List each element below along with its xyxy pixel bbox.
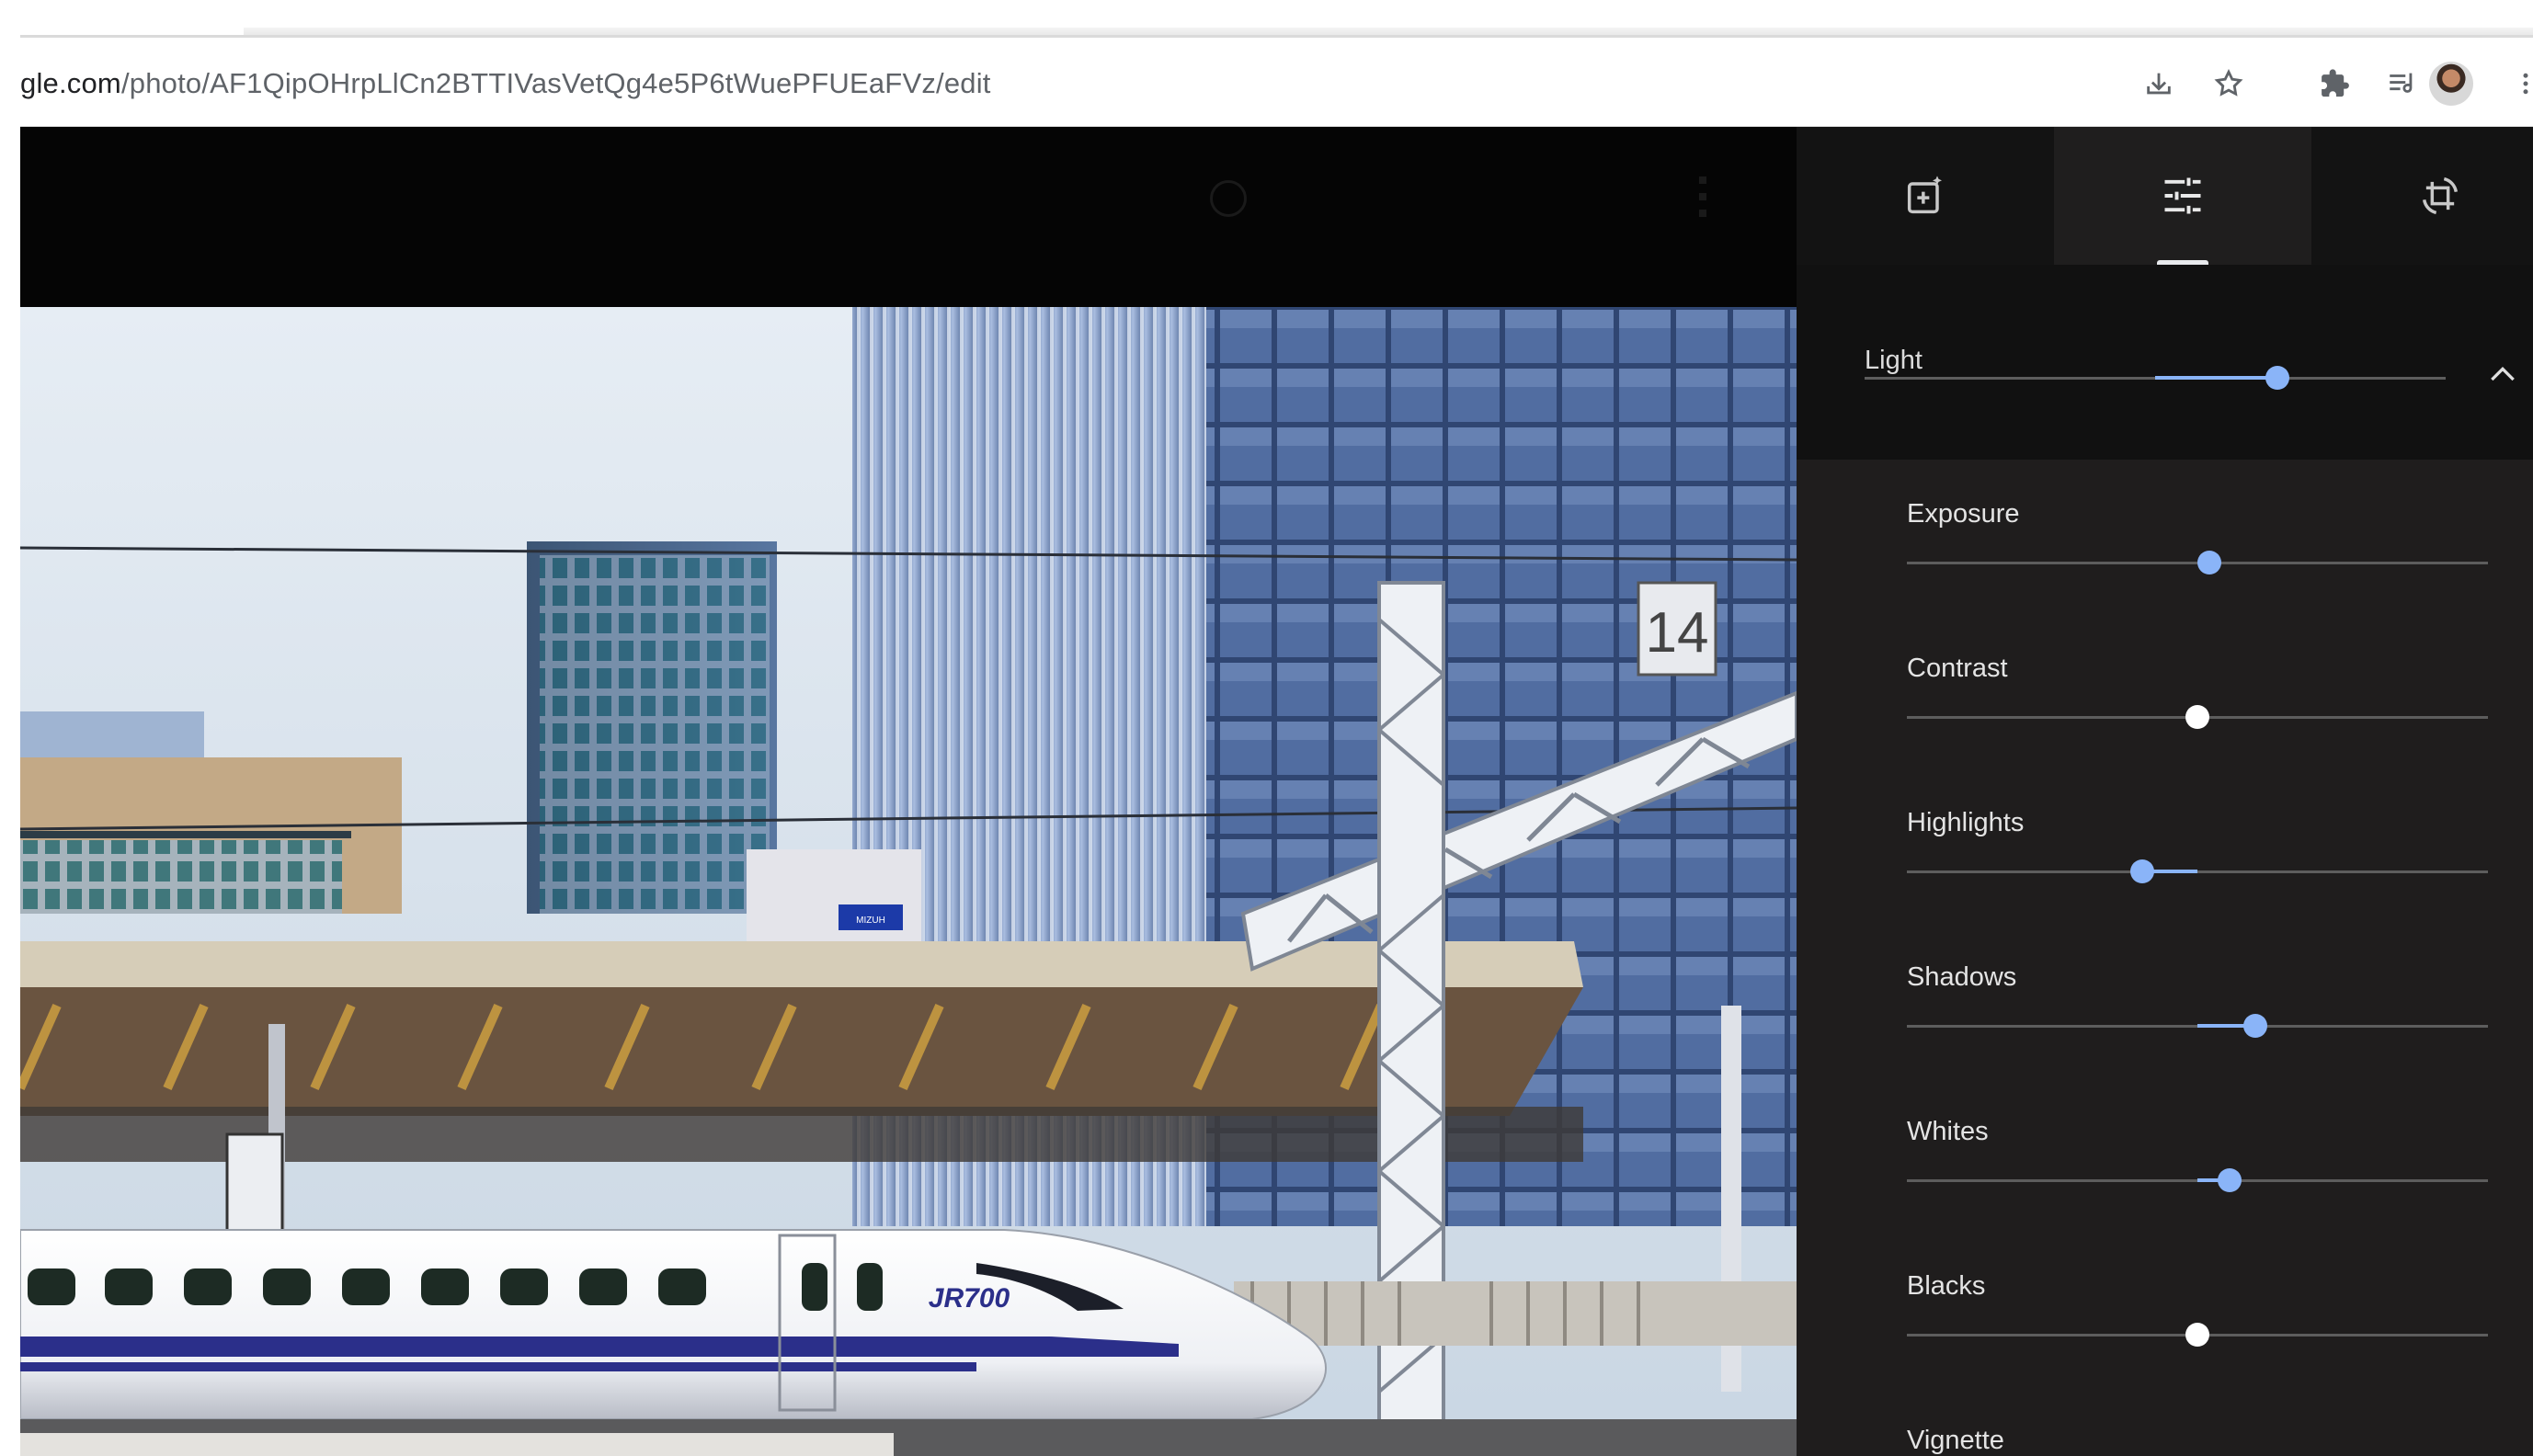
edit-side-panel: Light Exposure Contrast Highlights Shadows W… xyxy=(1797,127,2533,1456)
light-section-header[interactable]: Light xyxy=(1797,265,2533,460)
more-vert-icon[interactable] xyxy=(2512,60,2533,108)
highlights-label: Highlights xyxy=(1907,808,2025,837)
highlights-slider-thumb[interactable] xyxy=(2129,859,2154,883)
whites-label: Whites xyxy=(1907,1117,1989,1146)
install-icon[interactable] xyxy=(2133,60,2185,108)
reading-list-icon[interactable] xyxy=(2376,60,2427,108)
building-sign: MIZUH xyxy=(856,916,885,926)
light-slider-thumb[interactable] xyxy=(2265,366,2289,390)
vignette-label: Vignette xyxy=(1907,1426,2004,1455)
auto-enhance-icon xyxy=(1907,176,1942,214)
url-domain: gle.com xyxy=(20,67,121,99)
screen: gle.com/photo/AF1QipOHrpLlCn2BTTIVasVetQ… xyxy=(0,0,2533,1456)
bookmark-star-icon[interactable] xyxy=(2203,60,2254,108)
tab-crop[interactable] xyxy=(2311,127,2533,265)
light-section-title: Light xyxy=(1865,346,1923,375)
tab-strip-shadow xyxy=(244,28,2533,35)
collapse-chevron-icon[interactable] xyxy=(2484,357,2521,393)
blacks-label: Blacks xyxy=(1907,1271,1986,1301)
exposure-slider-thumb[interactable] xyxy=(2196,551,2221,574)
blacks-slider-thumb[interactable] xyxy=(2185,1323,2209,1347)
platform-number: 14 xyxy=(1646,601,1709,665)
shadows-label: Shadows xyxy=(1907,962,2017,992)
browser-toolbar: gle.com/photo/AF1QipOHrpLlCn2BTTIVasVetQ… xyxy=(20,35,2533,127)
tune-sliders-icon xyxy=(2164,177,2201,214)
address-bar[interactable]: gle.com/photo/AF1QipOHrpLlCn2BTTIVasVetQ… xyxy=(20,67,991,100)
contrast-label: Contrast xyxy=(1907,654,2008,683)
crop-rotate-icon xyxy=(2422,176,2459,215)
more-vert-icon xyxy=(1699,176,1706,217)
search-icon xyxy=(1210,180,1247,217)
tab-suggestions[interactable] xyxy=(1797,127,2054,265)
train-logo: JR700 xyxy=(929,1283,1010,1314)
extensions-puzzle-icon[interactable] xyxy=(2310,60,2361,108)
page-left-margin xyxy=(0,0,20,1456)
edit-tabs xyxy=(1797,127,2533,265)
shadows-slider-thumb[interactable] xyxy=(2243,1014,2268,1038)
photo-editor-canvas: MIZUH 14 JR700 xyxy=(20,127,1797,1456)
profile-avatar[interactable] xyxy=(2429,62,2473,106)
whites-slider-thumb[interactable] xyxy=(2217,1168,2242,1192)
tab-adjust[interactable] xyxy=(2054,127,2311,265)
photos-header-dimmed xyxy=(20,127,1797,307)
url-path: /photo/AF1QipOHrpLlCn2BTTIVasVetQg4e5P6t… xyxy=(120,67,991,99)
edited-photo: MIZUH 14 JR700 xyxy=(20,307,1797,1456)
contrast-slider-thumb[interactable] xyxy=(2185,705,2209,729)
highlights-slider-track[interactable] xyxy=(1907,870,2488,873)
light-slider-fill xyxy=(2155,376,2277,380)
exposure-label: Exposure xyxy=(1907,499,2020,529)
